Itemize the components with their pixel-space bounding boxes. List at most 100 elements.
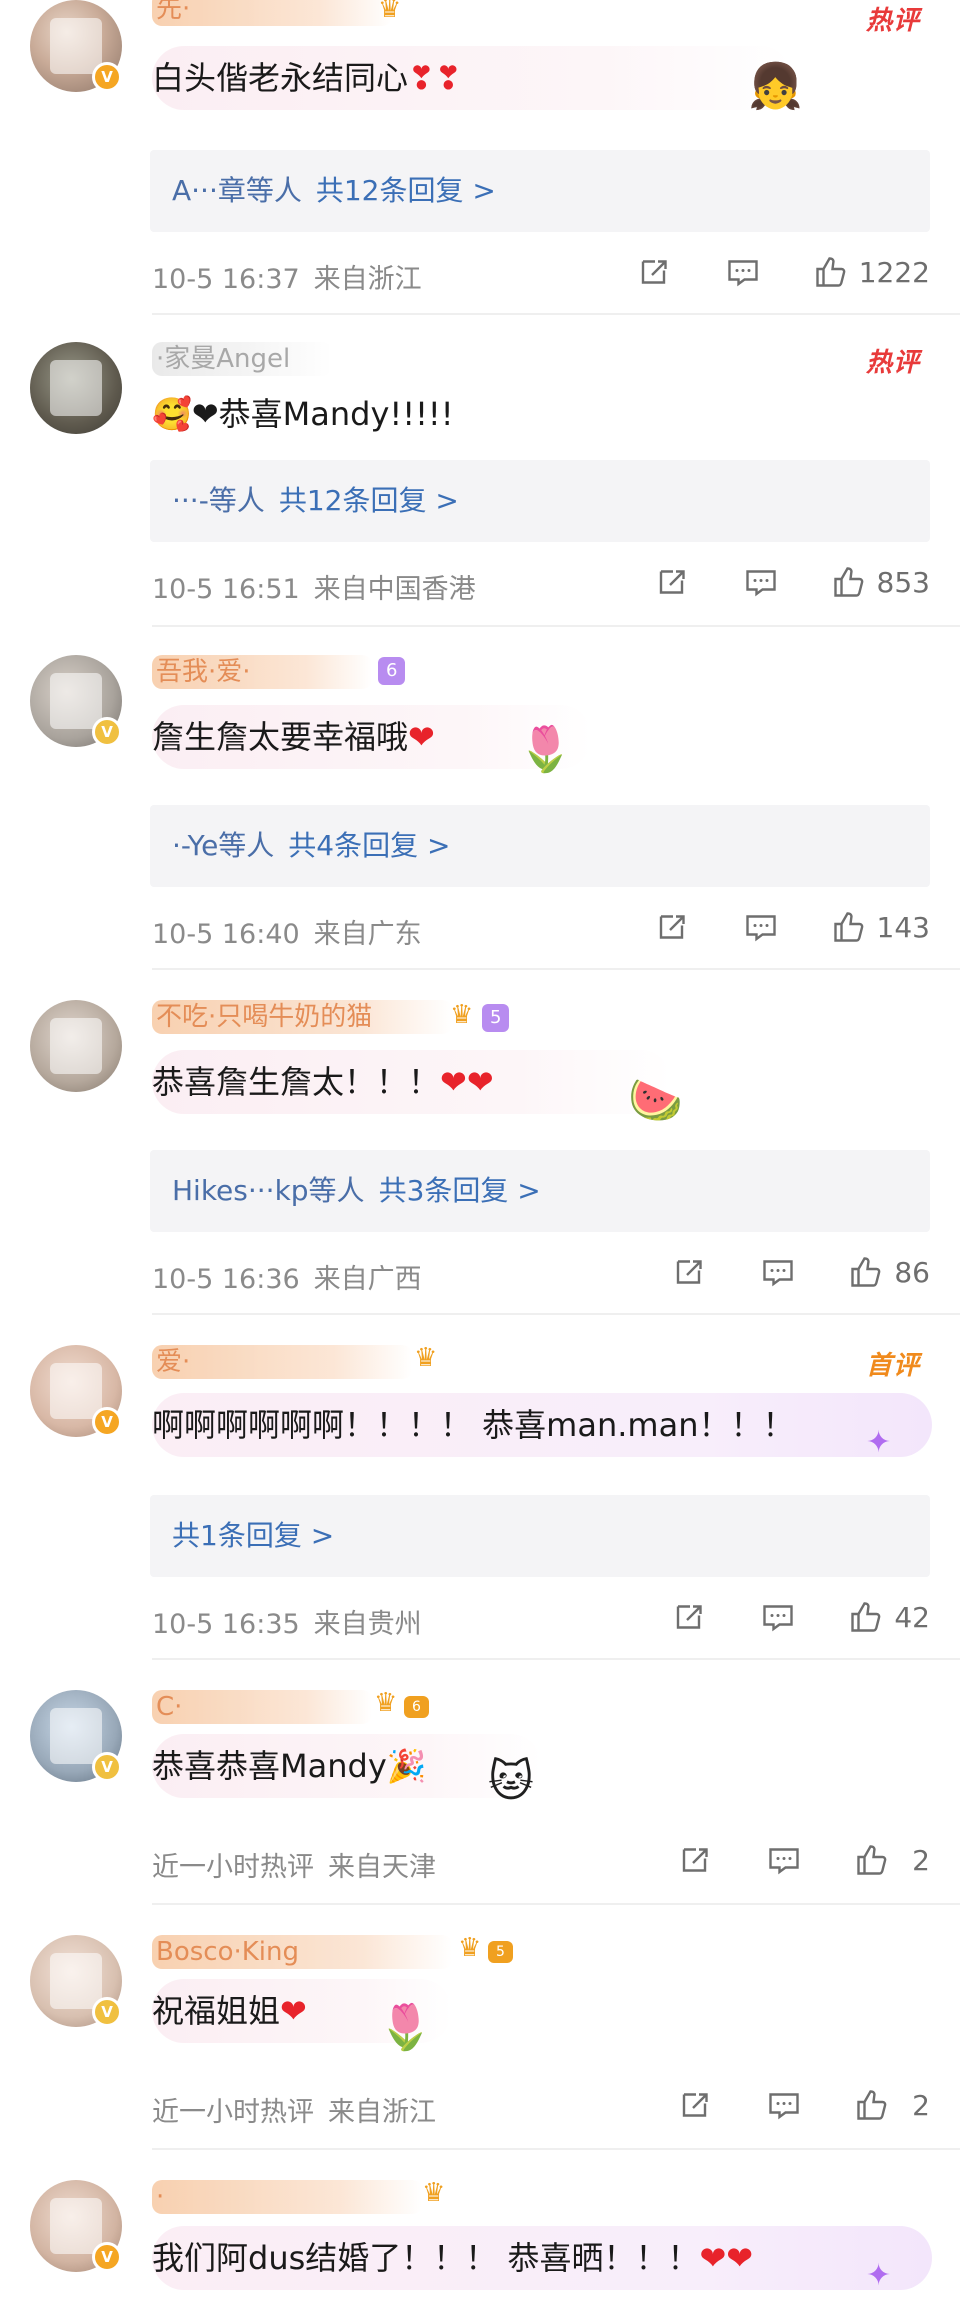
comment-actions: 1222 [585, 254, 930, 290]
comment-time: 10-5 16:40 [152, 919, 300, 950]
comment-meta: 10-5 16:35 来自贵州 [152, 1602, 422, 1641]
like-button[interactable]: 143 [831, 909, 930, 945]
reply-summary[interactable]: Hikes···kp等人 共3条回复 > [150, 1150, 930, 1232]
share-icon [677, 1260, 703, 1284]
username[interactable]: 不吃·只喝牛奶的猫 [152, 1000, 452, 1034]
comment-icon [769, 2093, 799, 2120]
comment-button[interactable] [760, 1599, 796, 1635]
comment-text: 🥰❤恭喜Mandy!!!!! [152, 392, 454, 436]
verified-badge-icon: V [92, 1997, 122, 2027]
reply-names[interactable]: Hikes···kp等人 [172, 1174, 365, 1207]
reply-names[interactable]: ·-Ye等人 [172, 829, 274, 862]
share-icon [659, 915, 685, 939]
avatar[interactable] [30, 342, 122, 434]
comment-meta: 10-5 16:51 来自中国香港 [152, 567, 476, 606]
comment-text: 啊啊啊啊啊啊！！！！ 恭喜man.man！！！ [152, 1403, 794, 1447]
username[interactable]: 先· [152, 0, 392, 26]
like-count: 1222 [858, 255, 930, 289]
comment-actions: 2 [626, 1842, 930, 1878]
share-button[interactable] [672, 1254, 708, 1290]
username[interactable]: · [152, 2180, 422, 2214]
comment-text-body: 白头偕老永结同心 [152, 59, 409, 97]
comment-text: 我们阿dus结婚了！！！ 恭喜晒！！！❤❤ [152, 2236, 753, 2280]
thumbs-up-icon [833, 567, 863, 597]
verified-badge-icon: V [92, 2242, 122, 2272]
comment-text-body: 恭喜詹生詹太！！！ [152, 1063, 441, 1101]
comment-button[interactable] [743, 909, 779, 945]
smile-emoji: 🥰 [152, 395, 192, 433]
reply-count-link[interactable]: 共1条回复 > [172, 1519, 334, 1552]
reply-count-link[interactable]: 共12条回复 > [279, 484, 459, 517]
share-button[interactable] [672, 1599, 708, 1635]
comment-meta: 近一小时热评 来自天津 [152, 1845, 436, 1884]
share-button[interactable] [678, 2087, 714, 2123]
comment-item: V 爱· ♛ 首评 啊啊啊啊啊啊！！！！ 恭喜man.man！！！ ✦ 共1条回… [0, 1343, 960, 1665]
crown-icon: ♛ [374, 1688, 398, 1718]
username[interactable]: 吾我·爱· [152, 655, 372, 689]
share-button[interactable] [678, 1842, 714, 1878]
comment-time: 10-5 16:37 [152, 264, 300, 295]
reply-names[interactable]: ···-等人 [172, 484, 265, 517]
comment-item: V · ♛ 我们阿dus结婚了！！！ 恭喜晒！！！❤❤ ✦ [0, 2178, 960, 2300]
avatar[interactable] [30, 1000, 122, 1092]
like-button[interactable]: 853 [831, 564, 930, 600]
like-count: 2 [912, 2088, 930, 2122]
heart-emoji: ❤❤ [699, 2239, 754, 2277]
reply-count-link[interactable]: 共4条回复 > [288, 829, 450, 862]
crown-icon: ♛ [458, 1933, 482, 1963]
comment-button[interactable] [725, 254, 761, 290]
like-button[interactable]: 2 [854, 1842, 930, 1878]
reply-summary[interactable]: ···-等人 共12条回复 > [150, 460, 930, 542]
divider [152, 313, 960, 315]
username[interactable]: ·家曼Angel [152, 342, 332, 376]
level-badge: 6 [404, 1696, 429, 1718]
tulip-sticker-icon: 🌷 [378, 2002, 433, 2053]
comment-actions: 2 [626, 2087, 930, 2123]
username[interactable]: 爱· [152, 1345, 412, 1379]
reply-names[interactable]: A···章等人 [172, 174, 302, 207]
verified-badge-icon: V [92, 717, 122, 747]
comment-text: 祝福姐姐❤ [152, 1989, 307, 2033]
like-button[interactable]: 42 [848, 1599, 930, 1635]
comment-button[interactable] [766, 1842, 802, 1878]
heart-emoji: ❤ [280, 1992, 307, 2030]
comment-actions: 86 [620, 1254, 930, 1290]
reply-count-link[interactable]: 共12条回复 > [316, 174, 496, 207]
comment-text: 恭喜恭喜Mandy🎉 [152, 1744, 427, 1788]
verified-badge-icon: V [92, 1407, 122, 1437]
comment-button[interactable] [760, 1254, 796, 1290]
comment-button[interactable] [743, 564, 779, 600]
thumbs-up-icon [857, 2090, 887, 2120]
comment-time: 10-5 16:35 [152, 1609, 300, 1640]
comment-item: V Bosco·King ♛ 5 祝福姐姐❤ 🌷 近一小时热评 来自浙江 2 [0, 1933, 960, 2155]
comment-button[interactable] [766, 2087, 802, 2123]
comment-icon [728, 260, 758, 287]
like-button[interactable]: 2 [854, 2087, 930, 2123]
comment-time: 10-5 16:36 [152, 1264, 300, 1295]
reply-count-link[interactable]: 共3条回复 > [379, 1174, 541, 1207]
comment-meta: 近一小时热评 来自浙江 [152, 2090, 436, 2129]
comment-text: 詹生詹太要幸福哦❤ [152, 715, 435, 759]
like-button[interactable]: 86 [848, 1254, 930, 1290]
comment-text-body: 啊啊啊啊啊啊！！！！ 恭喜man.man！！！ [152, 1406, 795, 1444]
comment-text-body: 祝福姐姐 [152, 1992, 281, 2030]
username[interactable]: Bosco·King [152, 1935, 452, 1969]
first-comment-tag: 首评 [865, 1351, 920, 1381]
share-button[interactable] [655, 564, 691, 600]
share-button[interactable] [637, 254, 673, 290]
like-button[interactable]: 1222 [813, 254, 930, 290]
level-badge: 5 [482, 1004, 510, 1032]
watermelon-sticker-icon: 🍉 [628, 1075, 683, 1126]
reply-summary[interactable]: 共1条回复 > [150, 1495, 930, 1577]
divider [152, 625, 960, 627]
yyds-sticker-icon: ✦ [866, 1425, 892, 1460]
reply-summary[interactable]: ·-Ye等人 共4条回复 > [150, 805, 930, 887]
share-button[interactable] [655, 909, 691, 945]
heart-emoji: ❤ [408, 718, 435, 756]
comment-icon [745, 570, 776, 597]
username[interactable]: C· [152, 1690, 372, 1724]
comment-meta: 10-5 16:40 来自广东 [152, 912, 422, 951]
reply-summary[interactable]: A···章等人 共12条回复 > [150, 150, 930, 232]
cat-sticker-icon: 🐱 [488, 1756, 534, 1807]
comment-text-body: 詹生詹太要幸福哦 [152, 718, 409, 756]
